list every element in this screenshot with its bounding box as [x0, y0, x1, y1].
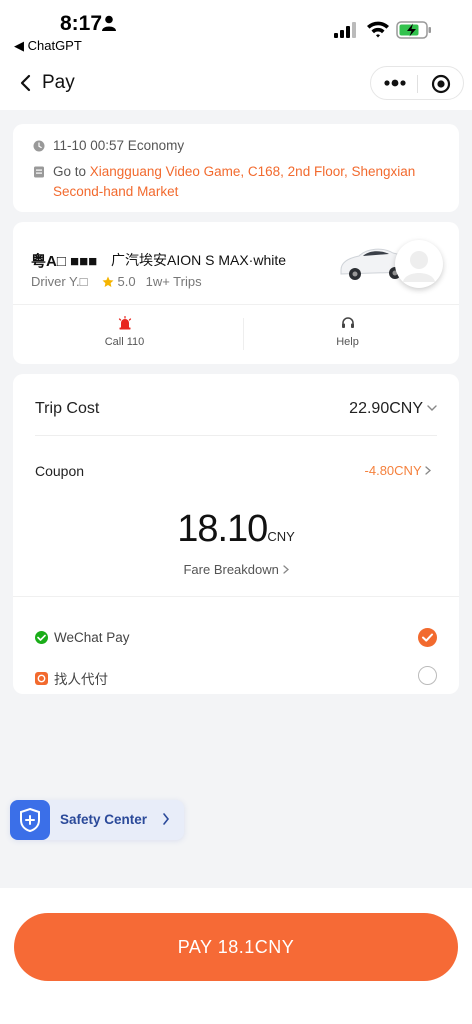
divider [13, 304, 459, 305]
miniprogram-capsule [370, 66, 464, 100]
wechat-pay-radio-selected[interactable] [418, 628, 437, 647]
status-time: 8:17 [60, 12, 103, 35]
driver-rating: 5.0 [117, 274, 136, 289]
payment-method-wechat[interactable]: WeChat Pay [35, 630, 130, 645]
headset-icon [341, 317, 354, 328]
safety-center-button[interactable]: Safety Center [10, 800, 184, 840]
close-miniprogram-icon[interactable] [431, 74, 451, 94]
status-bar: 8:17 ◀ ChatGPT [0, 0, 472, 58]
chevron-right-icon [425, 466, 431, 475]
help-button[interactable]: Help [236, 316, 459, 348]
chevron-right-icon [163, 813, 170, 825]
shield-icon-wrap [10, 800, 50, 840]
wifi-icon [367, 21, 389, 38]
proxy-pay-radio[interactable] [418, 666, 437, 685]
coupon-value-button[interactable]: -4.80CNY [365, 463, 431, 478]
alarm-icon [118, 316, 131, 330]
trip-time-row: 11-10 00:57 Economy [33, 138, 184, 153]
document-icon [34, 166, 44, 178]
person-icon [102, 15, 116, 31]
divider [35, 435, 437, 436]
wechat-pay-label: WeChat Pay [54, 630, 130, 645]
proxy-pay-label: 找人代付 [54, 672, 108, 687]
driver-trips: 1w+ Trips [145, 274, 202, 289]
driver-avatar[interactable] [395, 240, 443, 288]
trip-info-card: 11-10 00:57 Economy Go to Xiangguang Vid… [13, 124, 459, 212]
trip-cost-value-button[interactable]: 22.90CNY [349, 400, 437, 418]
fare-breakdown-link[interactable]: Fare Breakdown [13, 562, 459, 577]
bottom-bar: PAY 18.1CNY [0, 888, 472, 1024]
back-arrow-icon[interactable] [16, 72, 36, 94]
back-to-app-link[interactable]: ◀ ChatGPT [14, 38, 82, 54]
trip-destination-row: Go to Xiangguang Video Game, C168, 2nd F… [33, 162, 443, 202]
chevron-right-icon [282, 565, 289, 574]
total-amount-currency: CNY [267, 529, 295, 544]
call-110-label: Call 110 [104, 336, 145, 348]
battery-charging-icon [396, 21, 431, 39]
driver-name: Driver Y.□ [31, 274, 88, 289]
divider [13, 596, 459, 597]
payment-method-proxy[interactable]: 找人代付 [35, 668, 108, 688]
destination-prefix: Go to [53, 164, 90, 179]
star-icon [102, 276, 114, 287]
fare-breakdown-label: Fare Breakdown [183, 562, 279, 577]
page-title: Pay [42, 72, 75, 93]
chevron-down-icon [427, 405, 437, 411]
navbar: Pay [0, 58, 472, 110]
clock-icon [33, 140, 45, 152]
trip-datetime: 11-10 00:57 Economy [53, 138, 185, 153]
safety-center-label: Safety Center [60, 812, 148, 827]
car-model: 广汽埃安AION S MAX·white [111, 252, 287, 268]
driver-avatar-icon [403, 251, 435, 282]
coupon-label: Coupon [35, 463, 85, 479]
wechat-pay-icon [35, 631, 48, 644]
total-amount: 18.10CNY [13, 508, 459, 551]
coupon-value: -4.80CNY [364, 463, 422, 478]
driver-info-row: Driver Y.□ 5.0 1w+ Trips [31, 274, 202, 289]
capsule-divider [417, 75, 418, 93]
trip-cost-label: Trip Cost [35, 400, 100, 417]
checkmark-icon [422, 633, 433, 642]
more-icon[interactable] [384, 77, 406, 89]
shield-icon [20, 807, 40, 833]
payment-card: Trip Cost 22.90CNY Coupon -4.80CNY 18.10… [13, 374, 459, 694]
cellular-signal-icon [334, 22, 356, 38]
license-plate: 粤A□ ■■■ [31, 253, 98, 270]
help-label: Help [336, 336, 359, 348]
trip-cost-value: 22.90CNY [349, 400, 423, 417]
destination-text: Go to Xiangguang Video Game, C168, 2nd F… [53, 162, 443, 202]
call-110-button[interactable]: Call 110 [13, 316, 236, 348]
total-amount-value: 18.10 [177, 508, 268, 550]
destination-name: Xiangguang Video Game, C168, 2nd Floor, … [53, 164, 416, 199]
proxy-pay-icon [35, 671, 48, 685]
pay-button[interactable]: PAY 18.1CNY [14, 913, 458, 981]
driver-card: 粤A□ ■■■ 广汽埃安AION S MAX·white Driver Y.□ … [13, 222, 459, 364]
